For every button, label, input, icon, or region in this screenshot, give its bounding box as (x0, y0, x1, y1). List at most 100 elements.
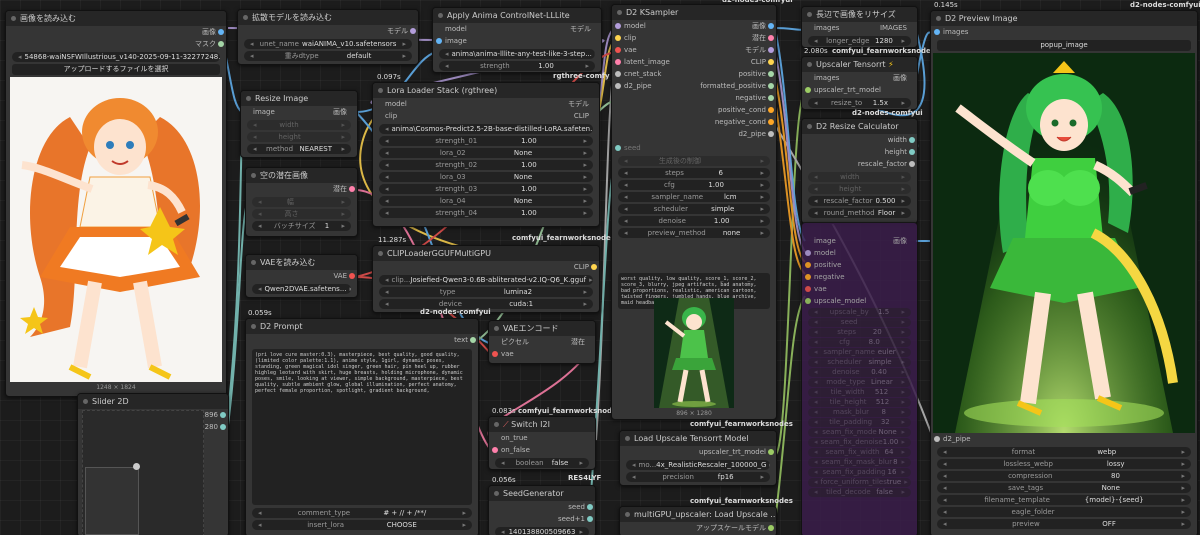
save-tags-select[interactable]: save_tagsNone (937, 483, 1191, 493)
controlnet-model-select[interactable]: anima\anima-lllite-any-test-like-3-step.… (439, 49, 595, 59)
output-positive-cond-port[interactable] (768, 107, 774, 113)
uu-mask-blur-widget[interactable]: mask_blur8 (808, 408, 911, 417)
input-latent-port[interactable] (615, 59, 621, 65)
clip-name-select[interactable]: clip...Josiefied-Qwen3-0.6B-abliterated-… (379, 275, 593, 285)
output-pipe-port[interactable] (768, 131, 774, 137)
switch-boolean-toggle[interactable]: booleanfalse (495, 458, 589, 468)
uu-seed-widget[interactable]: seed (808, 318, 911, 327)
clip-type-select[interactable]: typelumina2 (379, 287, 593, 297)
strength-04-widget[interactable]: strength_041.00 (379, 208, 593, 218)
insert-lora-widget[interactable]: insert_loraCHOOSE (252, 520, 472, 530)
ultimate-upscale-node[interactable]: image 画像 model positive negative vae upsc… (801, 222, 918, 535)
lossless-webp-toggle[interactable]: lossless_webplossy (937, 459, 1191, 469)
preview-method-select[interactable]: preview_methodnone (618, 228, 770, 238)
seed-control-widget[interactable]: 生成後の制御 (618, 156, 770, 166)
sampler-name-select[interactable]: sampler_namelcm (618, 192, 770, 202)
uu-seam-blur-widget[interactable]: seam_fix_mask_blur8 (808, 458, 911, 467)
empty-latent-node[interactable]: 空の潜在画像 潜在 幅 高さ バッチサイズ1 (245, 167, 358, 237)
batch-size-widget[interactable]: バッチサイズ1 (252, 221, 351, 231)
vae-loader-node[interactable]: VAEを読み込む VAE Qwen2DVAE.safetens... (245, 254, 358, 298)
output-text-port[interactable] (470, 337, 476, 343)
lora-03-select[interactable]: lora_03None (379, 172, 593, 182)
seed-generator-node[interactable]: SeedGenerator seed seed+1 14013880050966… (488, 485, 596, 535)
uu-cfg-widget[interactable]: cfg8.0 (808, 338, 911, 347)
output-clip-port[interactable] (768, 59, 774, 65)
resize-height-widget[interactable]: height (247, 132, 351, 142)
denoise-widget[interactable]: denoise1.00 (618, 216, 770, 226)
output-negative-port[interactable] (768, 95, 774, 101)
lora-04-select[interactable]: lora_04None (379, 196, 593, 206)
output-width-port[interactable] (909, 137, 915, 143)
load-image-node[interactable]: 画像を読み込む 画像 マスク 54868-waiNSFWIllustrious_… (5, 10, 227, 397)
output-vae-port[interactable] (349, 273, 355, 279)
resize-longer-edge-node[interactable]: 長辺で画像をリサイズ images IMAGES longer_edge1280 (801, 6, 918, 48)
d2-resize-calculator-node[interactable]: D2 Resize Calculator width height rescal… (801, 118, 918, 224)
vae-encode-node[interactable]: VAEエンコード ピクセル 潜在 vae (488, 320, 596, 364)
input-negative-port[interactable] (805, 274, 811, 280)
steps-widget[interactable]: steps6 (618, 168, 770, 178)
strength-02-widget[interactable]: strength_021.00 (379, 160, 593, 170)
output-rescale-port[interactable] (909, 161, 915, 167)
vae-name-select[interactable]: Qwen2DVAE.safetens... (252, 284, 351, 294)
strength-03-widget[interactable]: strength_031.00 (379, 184, 593, 194)
input-vae-port[interactable] (805, 286, 811, 292)
output-trt-model-port[interactable] (768, 449, 774, 455)
output-height-port[interactable] (909, 149, 915, 155)
switch-i2i-node[interactable]: ⟋ Switch I2I on_true on_false booleanfal… (488, 416, 596, 470)
output-model-port[interactable] (410, 28, 416, 34)
uu-tile-width-widget[interactable]: tile_width512 (808, 388, 911, 397)
output-negative-cond-port[interactable] (768, 119, 774, 125)
output-image-port[interactable] (768, 23, 774, 29)
longer-edge-widget[interactable]: longer_edge1280 (808, 36, 911, 46)
input-vae-port[interactable] (492, 351, 498, 357)
input-on-false-port[interactable] (492, 447, 498, 453)
d2-preview-image-node[interactable]: D2 Preview Image images popup_image d2_p… (930, 10, 1198, 535)
lora-loader-stack-node[interactable]: Lora Loader Stack (rgthree) model モデル cli… (372, 82, 600, 227)
uu-seam-padding-widget[interactable]: seam_fix_padding16 (808, 468, 911, 477)
uu-steps-widget[interactable]: steps20 (808, 328, 911, 337)
uu-denoise-widget[interactable]: denoise0.40 (808, 368, 911, 377)
uu-seam-mode-widget[interactable]: seam_fix_modeNone (808, 428, 911, 437)
scheduler-select[interactable]: schedulersimple (618, 204, 770, 214)
output-latent-port[interactable] (768, 35, 774, 41)
compression-widget[interactable]: compression80 (937, 471, 1191, 481)
format-select[interactable]: formatwebp (937, 447, 1191, 457)
rescale-factor-widget[interactable]: rescale_factor0.500 (808, 196, 911, 206)
d2-ksampler-node[interactable]: D2 KSampler model clip vae latent_image … (611, 4, 777, 420)
controlnet-strength-widget[interactable]: strength1.00 (439, 61, 595, 71)
popup-image-button[interactable]: popup_image (937, 40, 1191, 51)
cfg-widget[interactable]: cfg1.00 (618, 180, 770, 190)
uu-tile-padding-widget[interactable]: tile_padding32 (808, 418, 911, 427)
round-method-select[interactable]: round_methodFloor (808, 208, 911, 218)
input-vae-port[interactable] (615, 47, 621, 53)
output-seed-port[interactable] (587, 504, 593, 510)
input-positive-port[interactable] (805, 262, 811, 268)
uu-sampler-widget[interactable]: sampler_nameeuler (808, 348, 911, 357)
resize-to-select[interactable]: resize_to1.5x (808, 98, 911, 108)
input-model-port[interactable] (805, 250, 811, 256)
slider-x-port[interactable] (220, 412, 226, 418)
anima-controlnet-node[interactable]: Apply Anima ControlNet-LLLite model モデル i… (432, 7, 602, 73)
output-upscale-model-port[interactable] (768, 525, 774, 531)
unet-name-select[interactable]: unet_namewaiANIMA_v10.safetensors (244, 39, 412, 49)
upload-file-button[interactable]: アップロードするファイルを選択 (12, 64, 220, 75)
input-image-port[interactable] (436, 38, 442, 44)
output-image-port[interactable] (218, 29, 224, 35)
slider-2d-pad[interactable] (82, 410, 204, 535)
input-cnet-port[interactable] (615, 71, 621, 77)
output-positive-port[interactable] (768, 71, 774, 77)
precision-select[interactable]: precisionfp16 (626, 472, 770, 482)
upscale-by-widget[interactable]: upscale_by1.5 (808, 308, 911, 317)
weight-dtype-select[interactable]: 重みdtypedefault (244, 51, 412, 61)
output-latent-port[interactable] (349, 186, 355, 192)
lora-01-select[interactable]: anima\Cosmos-Predict2.5-2B-base-distille… (379, 124, 593, 134)
prompt-textarea[interactable]: (pri love cure master:0.3), masterpiece,… (252, 349, 472, 505)
slider-2d-node[interactable]: Slider 2D 896 1280 (77, 393, 229, 535)
load-upscale-trt-node[interactable]: Load Upscale Tensorrt Model upscaler_trt… (619, 430, 777, 486)
resize-image-node[interactable]: Resize Image image 画像 width height method… (240, 90, 358, 158)
output-seed1-port[interactable] (587, 516, 593, 522)
resize-width-widget[interactable]: width (247, 120, 351, 130)
uu-mode-widget[interactable]: mode_typeLinear (808, 378, 911, 387)
image-file-select[interactable]: 54868-waiNSFWIllustrious_v140-2025-09-11… (12, 52, 220, 62)
resize-method-select[interactable]: methodNEAREST (247, 144, 351, 154)
